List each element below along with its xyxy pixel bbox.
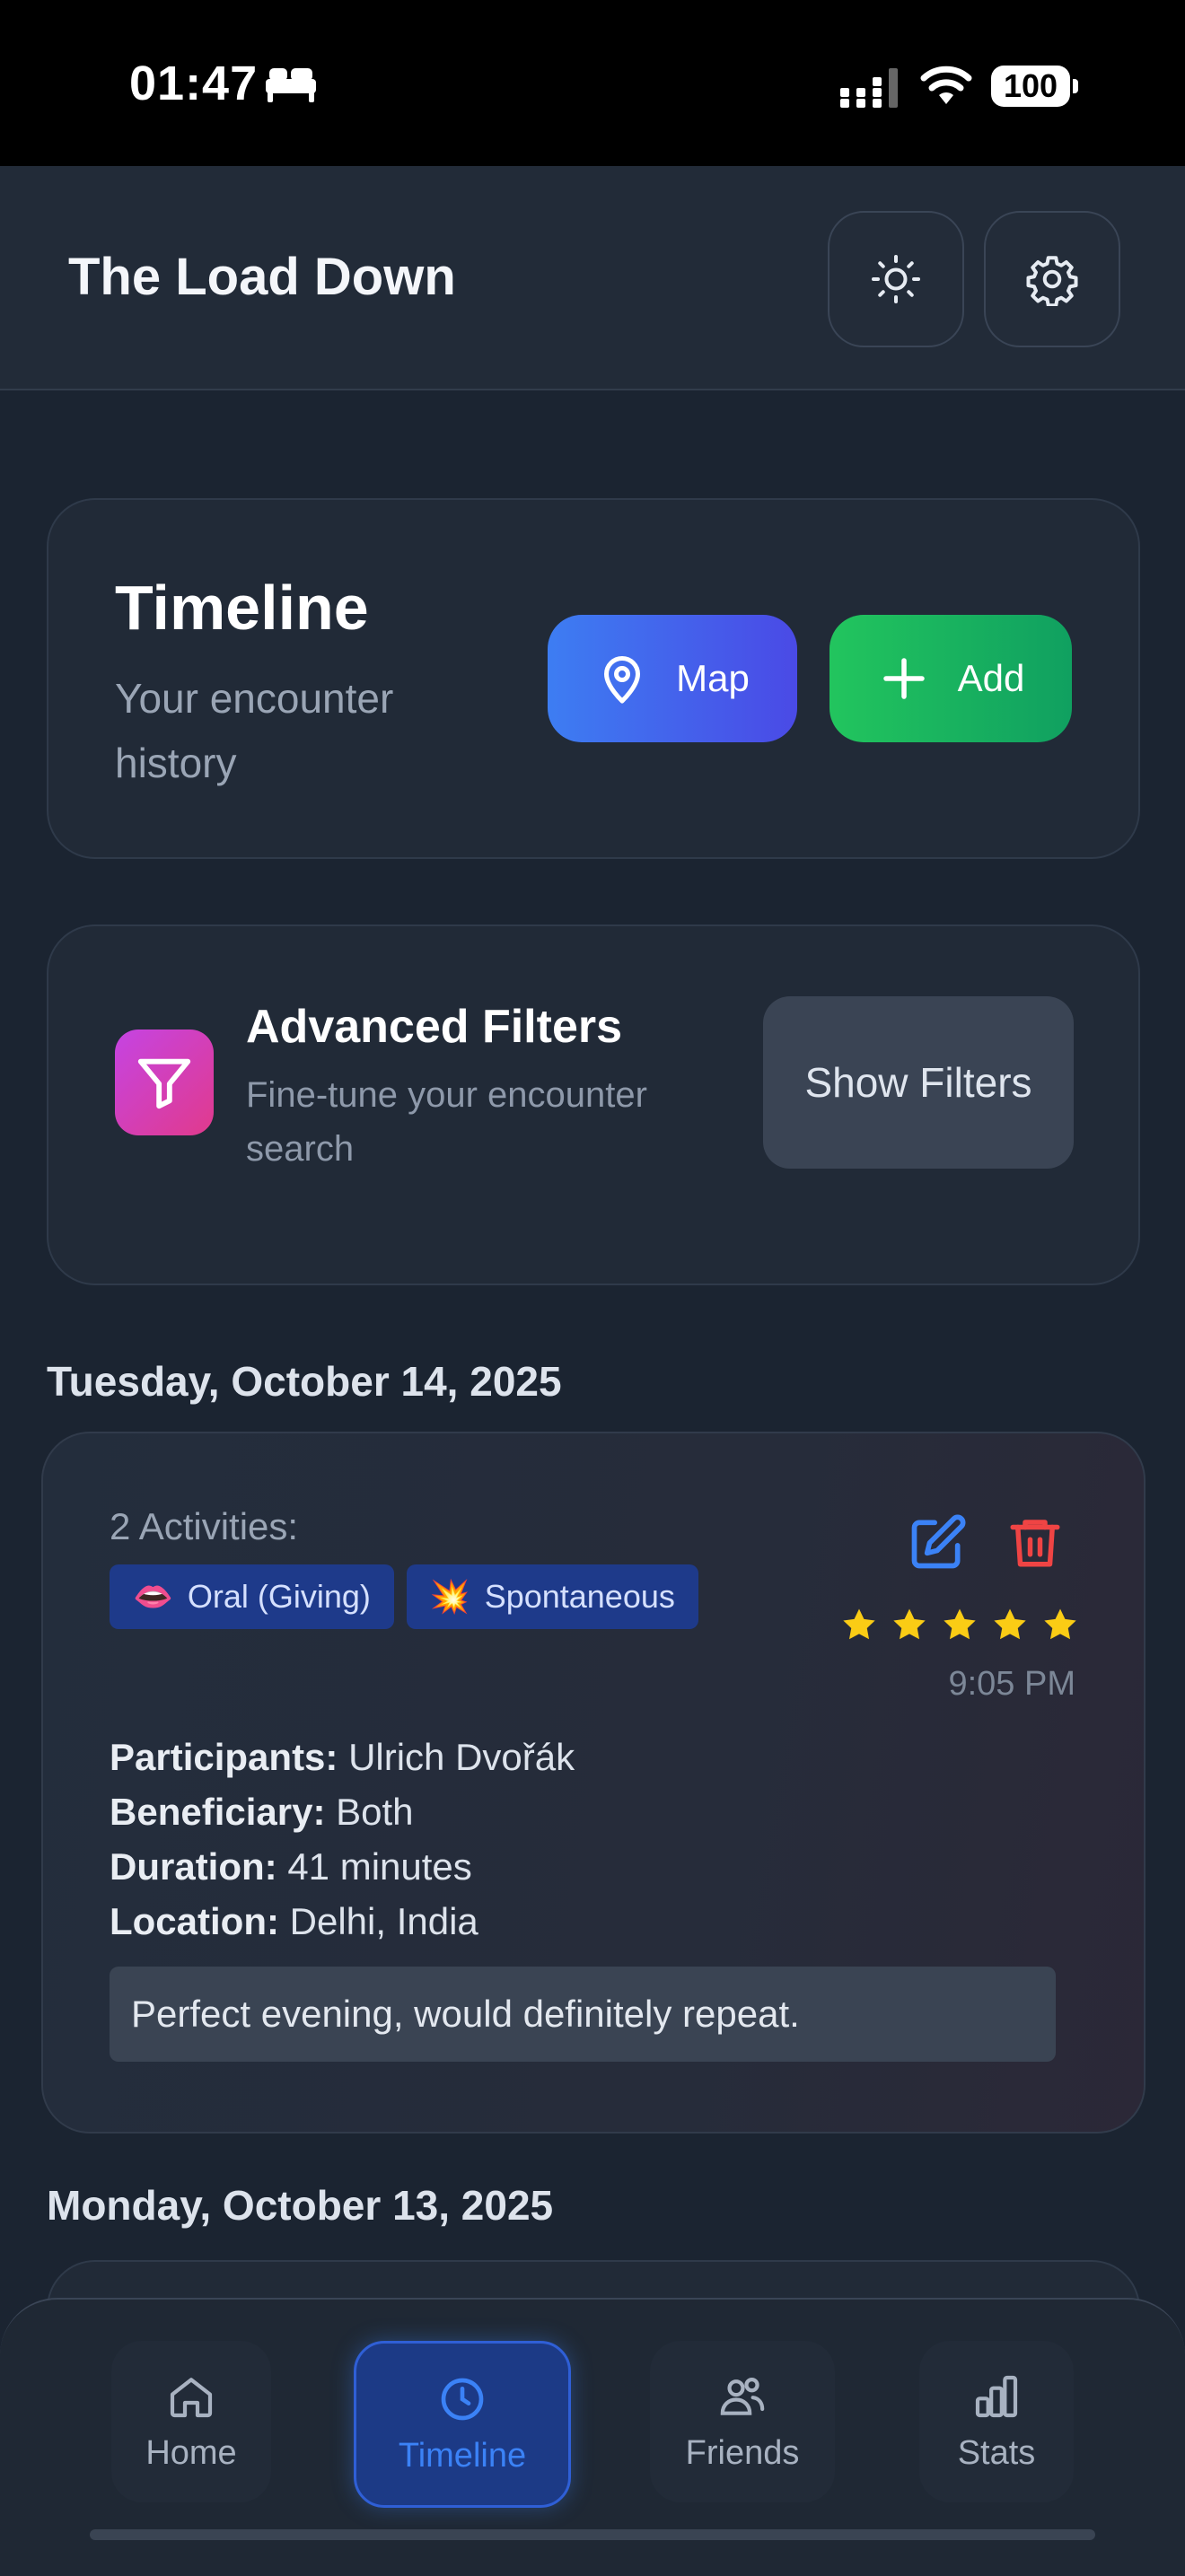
app-header: The Load Down — [0, 166, 1185, 390]
encounter-notes: Perfect evening, would definitely repeat… — [110, 1967, 1056, 2062]
detail-row-beneficiary: Beneficiary: Both — [110, 1791, 414, 1833]
battery-indicator: 100 — [991, 66, 1078, 107]
tab-label: Stats — [957, 2433, 1036, 2472]
encounter-card[interactable]: 2 Activities: 👄 Oral (Giving) 💥 Spontane… — [41, 1432, 1146, 2134]
activities-label: 2 Activities: — [110, 1505, 299, 1547]
filters-title: Advanced Filters — [246, 1001, 623, 1053]
home-indicator[interactable] — [90, 2529, 1095, 2540]
add-button-label: Add — [957, 657, 1025, 699]
clock-icon — [441, 2378, 484, 2420]
rating-stars — [840, 1606, 1079, 1643]
encounter-details: Participants: Ulrich Dvořák Beneficiary:… — [110, 1730, 575, 1949]
home-icon — [170, 2377, 213, 2417]
settings-button[interactable] — [984, 211, 1120, 347]
star-icon — [893, 1608, 926, 1640]
cellular-signal-icon — [840, 68, 898, 108]
activity-tag-label: Oral (Giving) — [187, 1578, 371, 1615]
tab-home[interactable]: Home — [111, 2341, 271, 2502]
tab-friends[interactable]: Friends — [650, 2341, 835, 2502]
star-icon — [843, 1608, 875, 1640]
sun-icon — [872, 255, 920, 303]
app-title: The Load Down — [68, 248, 456, 306]
lips-emoji-icon: 👄 — [133, 1578, 173, 1615]
add-encounter-button[interactable]: Add — [830, 615, 1072, 742]
star-icon — [1044, 1608, 1076, 1640]
wifi-icon — [920, 66, 972, 104]
theme-toggle-button[interactable] — [828, 211, 964, 347]
activity-tag-label: Spontaneous — [484, 1578, 675, 1615]
bar-chart-icon — [975, 2375, 1018, 2417]
map-button[interactable]: Map — [548, 615, 797, 742]
gear-icon — [1026, 256, 1078, 306]
map-pin-icon — [604, 656, 641, 704]
tab-label: Home — [145, 2433, 237, 2472]
detail-row-participants: Participants: Ulrich Dvořák — [110, 1736, 575, 1778]
tab-stats[interactable]: Stats — [919, 2341, 1074, 2502]
star-icon — [994, 1608, 1026, 1640]
detail-row-duration: Duration: 41 minutes — [110, 1845, 472, 1888]
timeline-header-card: Timeline Your encounter history Map Add — [47, 498, 1140, 859]
tab-label: Timeline — [398, 2436, 527, 2475]
bed-icon — [266, 68, 316, 102]
show-filters-button[interactable]: Show Filters — [763, 996, 1074, 1169]
plus-icon — [882, 658, 925, 699]
activity-tag: 👄 Oral (Giving) — [110, 1564, 394, 1629]
tab-timeline[interactable]: Timeline — [354, 2341, 571, 2508]
status-time: 01:47 — [129, 57, 259, 110]
detail-row-location: Location: Delhi, India — [110, 1900, 478, 1942]
trash-icon[interactable] — [1005, 1511, 1065, 1573]
collision-emoji-icon: 💥 — [429, 1578, 470, 1615]
activity-tags: 👄 Oral (Giving) 💥 Spontaneous — [110, 1564, 698, 1629]
edit-icon[interactable] — [907, 1512, 968, 1573]
star-icon — [944, 1608, 976, 1640]
map-button-label: Map — [676, 657, 750, 699]
tab-label: Friends — [685, 2433, 800, 2472]
entry-time: 9:05 PM — [948, 1665, 1075, 1703]
page-title: Timeline — [115, 573, 369, 643]
status-bar: 01:47 100 — [0, 0, 1185, 166]
date-heading: Tuesday, October 14, 2025 — [47, 1358, 562, 1405]
filters-subtitle: Fine-tune your encounter search — [246, 1075, 647, 1169]
date-heading: Monday, October 13, 2025 — [47, 2182, 554, 2229]
filter-icon-badge — [115, 1030, 214, 1135]
page-subtitle: Your encounter history — [115, 675, 394, 786]
advanced-filters-card: Advanced Filters Fine-tune your encounte… — [47, 924, 1140, 1285]
friends-icon — [720, 2377, 765, 2415]
filter-icon — [137, 1058, 191, 1109]
activity-tag: 💥 Spontaneous — [406, 1564, 698, 1629]
